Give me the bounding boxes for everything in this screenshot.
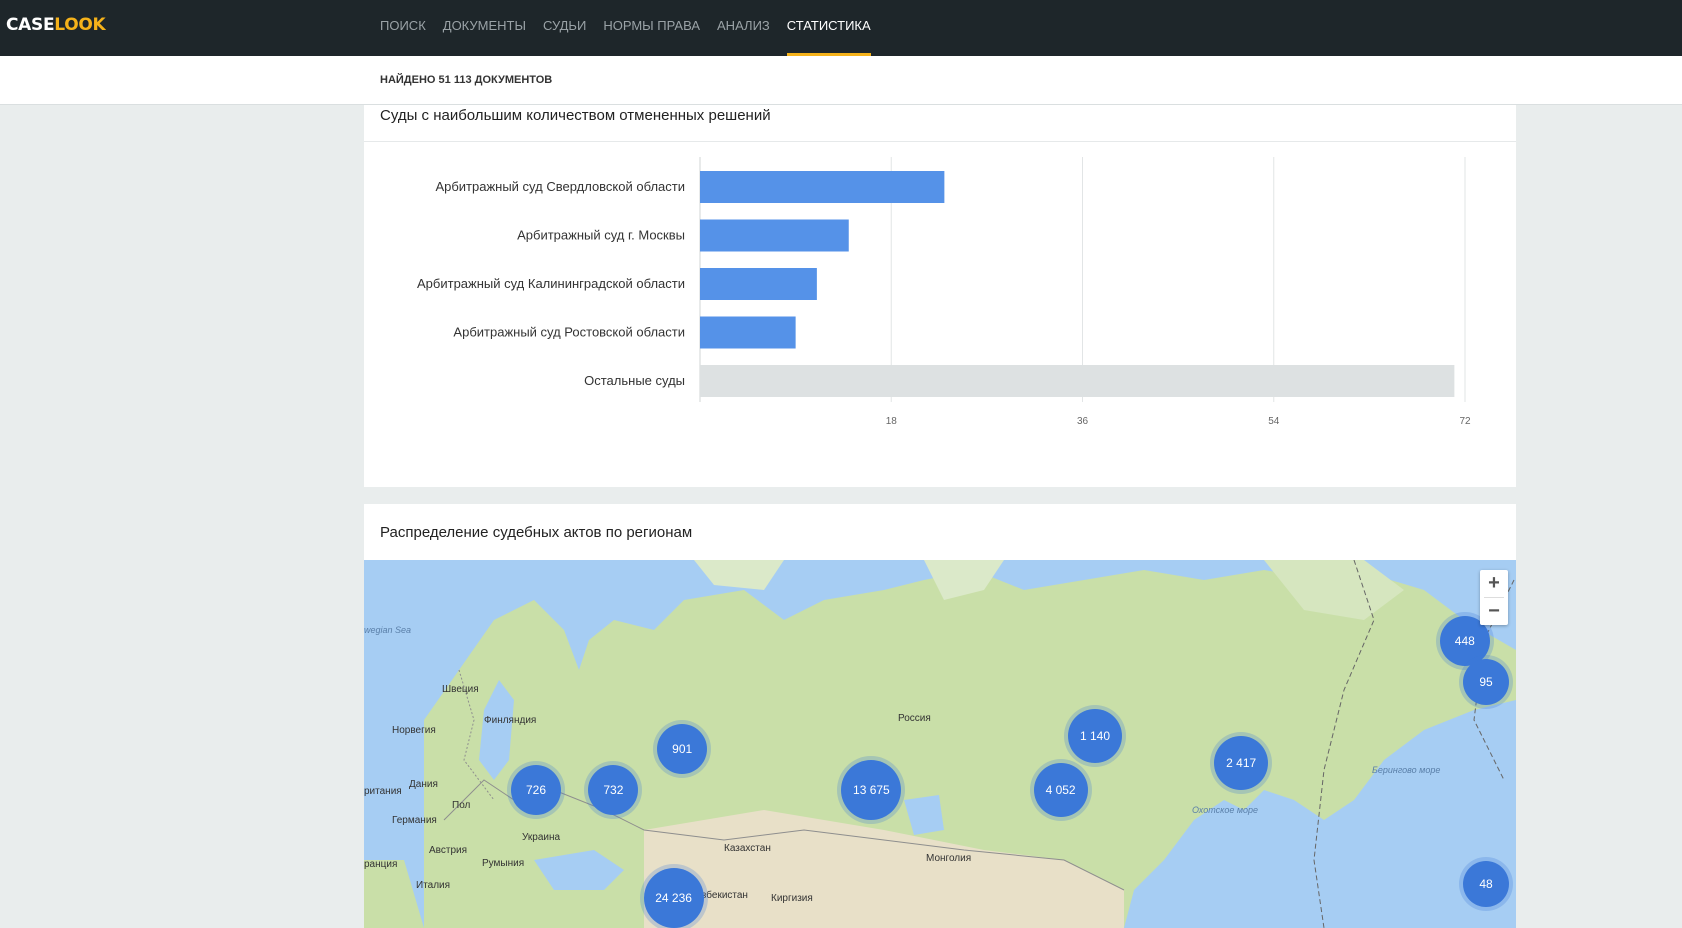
nav-documents[interactable]: ДОКУМЕНТЫ <box>443 0 526 56</box>
map-label: Монголия <box>926 853 972 864</box>
zoom-out-button[interactable]: − <box>1480 598 1508 625</box>
x-tick-label: 36 <box>1077 416 1089 427</box>
map-label: Австрия <box>429 845 468 856</box>
x-tick-label: 18 <box>886 416 898 427</box>
map-label: Киргизия <box>771 893 813 904</box>
category-label: Остальные суды <box>584 373 685 388</box>
regions-map[interactable]: wegian Sea Швеция Финляндия Норвегия Россия Д… <box>364 560 1516 928</box>
map-label: Германия <box>392 815 437 826</box>
region-cluster[interactable]: 901 <box>657 724 708 774</box>
map-label: Швеция <box>442 684 479 695</box>
region-cluster[interactable]: 732 <box>588 764 639 815</box>
map-label: Италия <box>416 880 451 891</box>
category-label: Арбитражный суд Ростовской области <box>453 325 685 340</box>
nav-statistics[interactable]: СТАТИСТИКА <box>786 0 871 56</box>
map-label: Украина <box>522 832 561 843</box>
map-title: Распределение судебных актов по регионам <box>380 524 693 541</box>
map-label: wegian Sea <box>364 625 412 635</box>
cancelled-decisions-panel: Суды с наибольшим количеством отмененных… <box>364 105 1516 487</box>
x-tick-label: 54 <box>1268 416 1280 427</box>
map-label: Пол <box>452 800 471 811</box>
region-cluster[interactable]: 726 <box>511 764 561 815</box>
map-label: ритания <box>364 786 402 797</box>
map-label: Охотское море <box>1192 805 1259 815</box>
nav-legal-norms[interactable]: НОРМЫ ПРАВА <box>603 0 700 56</box>
region-cluster[interactable]: 4 052 <box>1033 762 1088 817</box>
region-cluster[interactable]: 95 <box>1463 658 1509 705</box>
map-label: Казахстан <box>724 843 771 854</box>
regions-map-panel: Распределение судебных актов по регионам… <box>364 504 1516 928</box>
bar <box>700 219 849 252</box>
bar <box>700 268 817 300</box>
main-nav: ПОИСК ДОКУМЕНТЫ СУДЬИ НОРМЫ ПРАВА АНАЛИЗ… <box>380 0 888 56</box>
map-label: Финляндия <box>484 715 537 726</box>
region-cluster[interactable]: 1 140 <box>1068 708 1122 763</box>
results-bar: НАЙДЕНО 51 113 ДОКУМЕНТОВ <box>0 56 1682 105</box>
category-label: Арбитражный суд Калининградской области <box>417 276 685 291</box>
nav-search[interactable]: ПОИСК <box>380 0 426 56</box>
bar <box>700 365 1455 397</box>
region-cluster[interactable]: 24 236 <box>643 867 704 928</box>
found-count: НАЙДЕНО 51 113 ДОКУМЕНТОВ <box>380 74 553 86</box>
zoom-in-button[interactable]: + <box>1480 570 1508 597</box>
map-label: Дания <box>409 779 438 790</box>
map-label: Россия <box>898 713 931 724</box>
logo-part-look: LOOK <box>54 15 106 35</box>
category-label: Арбитражный суд Свердловской области <box>435 179 685 194</box>
bar <box>700 171 945 203</box>
nav-analysis[interactable]: АНАЛИЗ <box>717 0 770 56</box>
map-label: Узбекистан <box>696 890 748 901</box>
map-label: Берингово море <box>1372 765 1441 775</box>
map-label: Норвегия <box>392 725 436 736</box>
map-label: ранция <box>364 859 398 870</box>
map-background <box>364 560 1516 928</box>
zoom-control: + − <box>1480 570 1508 625</box>
nav-judges[interactable]: СУДЬИ <box>543 0 586 56</box>
bar-chart: 18 36 54 72 Арбитражный суд Свердловской обл… <box>417 157 1471 427</box>
region-cluster[interactable]: 13 675 <box>841 759 902 820</box>
x-tick-label: 72 <box>1459 416 1471 427</box>
category-label: Арбитражный суд г. Москвы <box>517 228 685 243</box>
logo-part-case: CASE <box>6 15 55 35</box>
map-label: Румыния <box>482 858 525 869</box>
bar <box>700 316 796 349</box>
caselook-logo[interactable]: CASELOOK <box>6 15 106 35</box>
region-cluster[interactable]: 2 417 <box>1214 735 1269 790</box>
region-cluster[interactable]: 48 <box>1463 861 1509 907</box>
top-bar: CASELOOK ПОИСК ДОКУМЕНТЫ СУДЬИ НОРМЫ ПРА… <box>0 0 1682 56</box>
